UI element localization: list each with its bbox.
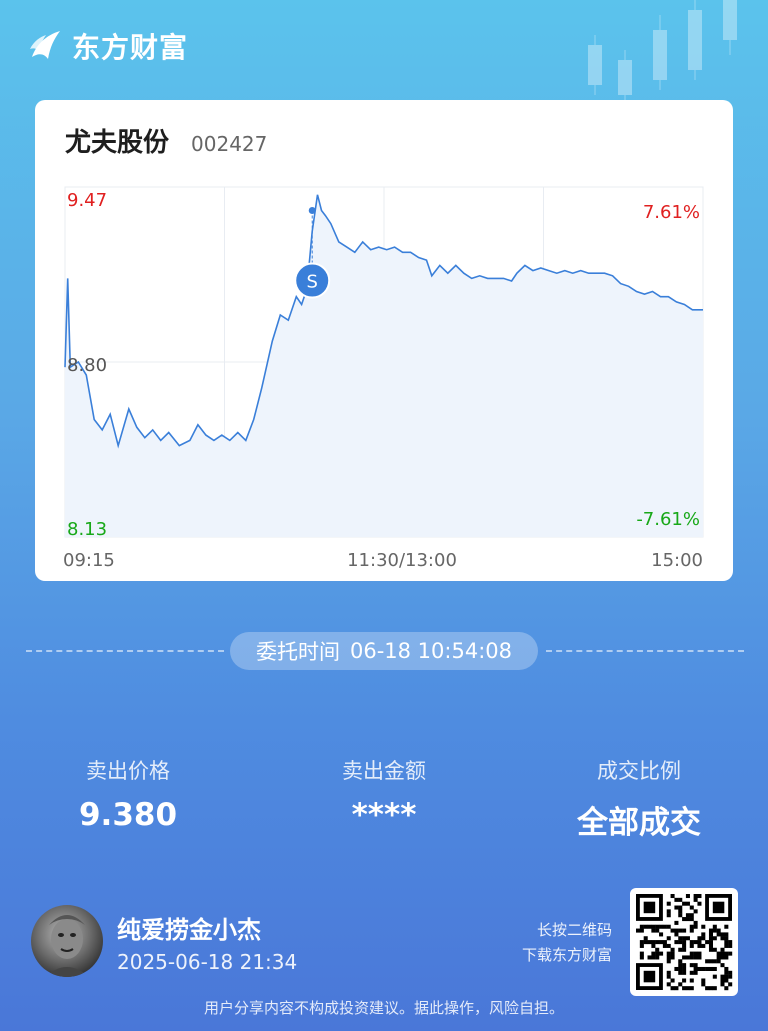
dashed-divider-left (26, 650, 224, 652)
user-name: 纯爱捞金小杰 (117, 916, 261, 944)
qr-hint-line2: 下载东方财富 (521, 946, 612, 964)
stat-sell-amount: 卖出金额 **** (259, 755, 509, 833)
stock-header: 尤夫股份 002427 (65, 122, 267, 159)
stat-value: **** (351, 797, 417, 833)
order-time-label: 委托时间 (255, 640, 340, 664)
post-time: 2025-06-18 21:34 (117, 950, 298, 974)
stat-label: 卖出价格 (86, 759, 170, 783)
y-max-label: 9.47 (67, 190, 107, 211)
qr-code[interactable] (630, 888, 738, 996)
qr-hint: 长按二维码 下载东方财富 (522, 918, 612, 968)
sell-marker-label: S (307, 272, 318, 293)
order-time-pill: 委托时间 06-18 10:54:08 (230, 632, 538, 670)
pct-down-label: -7.61% (636, 509, 700, 530)
qr-hint-line1: 长按二维码 (536, 921, 612, 939)
intraday-chart: S 9.47 8.80 8.13 7.61% -7.61% 09:15 11:30/13:00… (63, 186, 704, 571)
brand-logo-icon (26, 27, 64, 65)
x-label-close: 15:00 (651, 550, 703, 571)
stat-fill-ratio: 成交比例 全部成交 (514, 755, 764, 842)
disclaimer: 用户分享内容不构成投资建议。据此操作，风险自担。 (203, 999, 564, 1017)
stat-label: 卖出金额 (342, 759, 426, 783)
avatar[interactable] (31, 905, 103, 977)
x-label-midday: 11:30/13:00 (347, 550, 457, 571)
background-candlesticks (588, 0, 737, 100)
stock-code: 002427 (191, 132, 268, 156)
y-min-label: 8.13 (67, 519, 107, 540)
stock-card[interactable]: S 9.47 8.80 8.13 7.61% -7.61% 09:15 11:30/13:00… (35, 100, 733, 581)
pct-up-label: 7.61% (643, 202, 700, 223)
x-label-open: 09:15 (63, 550, 115, 571)
stat-value: 9.380 (78, 797, 178, 833)
dashed-divider-right (546, 650, 744, 652)
stat-value: 全部成交 (577, 805, 701, 841)
stock-name: 尤夫股份 (65, 128, 170, 158)
y-mid-label: 8.80 (67, 355, 107, 376)
stat-sell-price: 卖出价格 9.380 (3, 755, 253, 833)
stat-label: 成交比例 (597, 759, 681, 783)
order-time-value: 06-18 10:54:08 (349, 639, 512, 663)
brand: 东方财富 (26, 26, 188, 66)
brand-name: 东方财富 (72, 31, 189, 64)
order-time-row: 委托时间 06-18 10:54:08 (0, 632, 768, 670)
